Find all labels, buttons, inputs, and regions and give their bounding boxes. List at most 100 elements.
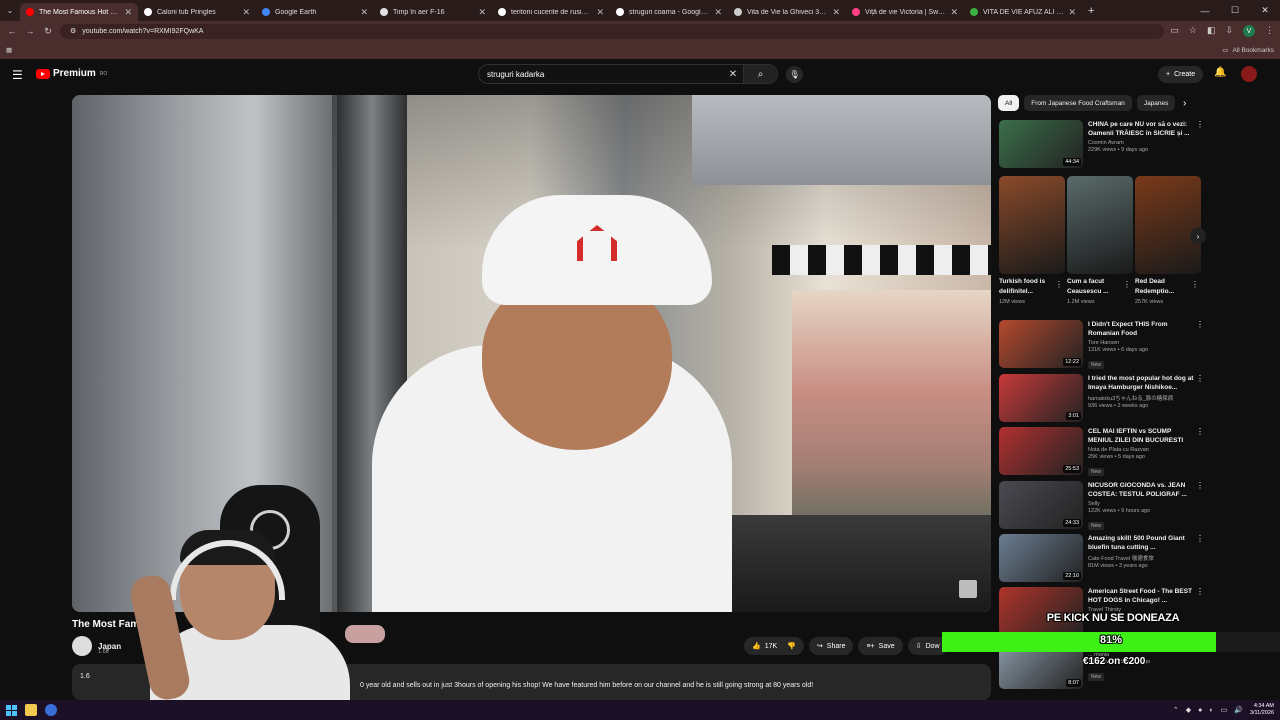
tab-close-icon[interactable]: ✕ [950, 7, 958, 18]
maximize-icon[interactable]: ☐ [1220, 0, 1250, 21]
filter-chip[interactable]: All [998, 95, 1020, 111]
short-title[interactable]: Cum a facut Ceausescu ... [1067, 277, 1119, 297]
short-thumbnail[interactable] [999, 176, 1065, 274]
recommended-title[interactable]: CHINA pe care NU vor să o vezi: Oamenii … [1088, 120, 1194, 138]
windows-start-icon[interactable] [6, 704, 17, 716]
new-tab-button[interactable]: + [1088, 5, 1094, 17]
share-button[interactable]: ↪ Share [808, 637, 854, 655]
dislike-icon[interactable]: 👎 [787, 642, 796, 650]
recommended-video[interactable]: 25:53 CEL MAI IEFTIN vs SCUMP MENIUL ZILE… [999, 427, 1204, 476]
filter-chip[interactable]: Japanes [1136, 95, 1176, 111]
recommended-video[interactable]: 22:10 Amazing skill! 500 Pound Giant blue… [999, 534, 1204, 582]
url-field[interactable]: ⚙ youtube.com/watch?v=RXMI92FQwKA [60, 23, 1165, 39]
all-bookmarks-label[interactable]: All Bookmarks [1232, 47, 1274, 54]
tab-close-icon[interactable]: ✕ [1068, 7, 1076, 18]
recommended-channel[interactable]: Cosmin Avram [1088, 140, 1194, 146]
tab-close-icon[interactable]: ✕ [242, 7, 250, 18]
more-options-icon[interactable]: ⋮ [1196, 320, 1204, 329]
short-thumbnail[interactable] [1067, 176, 1133, 274]
bookmark-star-icon[interactable]: ☆ [1189, 25, 1197, 37]
more-options-icon[interactable]: ⋮ [1196, 374, 1204, 383]
recommended-channel[interactable]: Tore Hansen [1088, 340, 1194, 346]
tab-close-icon[interactable]: ✕ [360, 7, 368, 18]
short-item[interactable]: Turkish food is delifinitel... 12M views ⋮ [999, 176, 1065, 305]
more-options-icon[interactable]: ⋮ [1196, 587, 1204, 596]
recommended-title[interactable]: CEL MAI IEFTIN vs SCUMP MENIUL ZILEI DIN… [1088, 427, 1194, 445]
extensions-icon[interactable]: ◧ [1207, 25, 1216, 37]
like-count[interactable]: 17K [765, 643, 777, 650]
tray-chevron-icon[interactable]: ⌃ [1173, 706, 1179, 714]
apps-icon[interactable]: ▦ [6, 46, 12, 54]
video-thumbnail[interactable]: 12:22 [999, 320, 1083, 368]
clock[interactable]: 4:34 AM 3/11/2026 [1250, 703, 1274, 717]
browser-tab[interactable]: Calorii tub Pringles ✕ [138, 3, 256, 21]
channel-watermark-icon[interactable] [959, 580, 977, 598]
recommended-channel[interactable]: hamatoku3ちゃんねる_豚の糖尿病 [1088, 394, 1194, 402]
browser-tab[interactable]: VITA DE VIE AFUZ ALI - Vitis vi ✕ [964, 3, 1082, 21]
browser-menu-icon[interactable]: ⋮ [1265, 25, 1274, 37]
tray-app-icon[interactable]: ◆ [1186, 706, 1191, 714]
more-options-icon[interactable]: ⋮ [1196, 481, 1204, 490]
recommended-channel[interactable]: Selly [1088, 501, 1194, 507]
reload-icon[interactable]: ↻ [42, 26, 54, 37]
short-title[interactable]: Turkish food is delifinitel... [999, 277, 1051, 297]
more-options-icon[interactable]: ⋮ [1196, 427, 1204, 436]
minimize-icon[interactable]: — [1190, 0, 1220, 21]
save-button[interactable]: ≡+ Save [858, 637, 903, 655]
notifications-bell-icon[interactable]: 🔔 [1214, 67, 1226, 78]
recommended-video[interactable]: 44:34 CHINA pe care NU vor să o vezi: Oam… [999, 120, 1204, 168]
chrome-icon[interactable] [45, 704, 57, 716]
recommended-channel[interactable]: Cate Food Travel 咖德食旅 [1088, 554, 1194, 562]
video-thumbnail[interactable] [999, 587, 1083, 635]
tab-close-icon[interactable]: ✕ [478, 7, 486, 18]
tab-search-icon[interactable]: ⌄ [0, 0, 20, 21]
tab-close-icon[interactable]: ✕ [124, 7, 132, 18]
recommended-title[interactable]: Amazing skill! 500 Pound Giant bluefin t… [1088, 534, 1194, 552]
tab-close-icon[interactable]: ✕ [714, 7, 722, 18]
menu-icon[interactable]: ☰ [12, 68, 23, 82]
recommended-video[interactable]: 12:22 I Didn't Expect THIS From Romanian … [999, 320, 1204, 369]
clear-search-icon[interactable]: ✕ [723, 69, 743, 80]
more-options-icon[interactable]: ⋮ [1123, 280, 1131, 289]
youtube-logo[interactable]: Premium RO [36, 68, 107, 79]
all-bookmarks-folder-icon[interactable]: ▭ [1222, 46, 1228, 54]
browser-tab[interactable]: Vita de Vie la Ghiveci 3L - Fara ✕ [728, 3, 846, 21]
browser-tab[interactable]: Google Earth ✕ [256, 3, 374, 21]
search-button[interactable]: ⌕ [743, 65, 777, 83]
chips-next-icon[interactable]: › [1183, 98, 1186, 109]
like-icon[interactable]: 👍 [752, 642, 761, 650]
recommended-title[interactable]: American Street Food - The BEST HOT DOGS… [1088, 587, 1194, 605]
site-info-icon[interactable]: ⚙ [70, 27, 76, 35]
video-thumbnail[interactable]: 22:10 [999, 534, 1083, 582]
recommended-title[interactable]: I Didn't Expect THIS From Romanian Food [1088, 320, 1194, 338]
filter-chip[interactable]: From Japanese Food Craftsman [1024, 95, 1132, 111]
voice-search-icon[interactable]: 🎙 [786, 66, 803, 83]
more-options-icon[interactable]: ⋮ [1196, 120, 1204, 129]
recommended-video[interactable]: 3:01 I tried the most popular hot dog at … [999, 374, 1204, 422]
file-explorer-icon[interactable] [25, 704, 37, 716]
more-options-icon[interactable]: ⋮ [1191, 280, 1199, 289]
cast-icon[interactable]: ▭ [1170, 25, 1179, 37]
back-icon[interactable]: ← [6, 26, 18, 36]
volume-icon[interactable]: 🔊 [1234, 706, 1243, 714]
recommended-title[interactable]: NICUSOR GIOCONDA vs. JEAN COSTEA: TESTUL… [1088, 481, 1194, 499]
tab-close-icon[interactable]: ✕ [832, 7, 840, 18]
profile-avatar[interactable]: V [1243, 25, 1255, 37]
video-thumbnail[interactable]: 24:33 [999, 481, 1083, 529]
browser-tab[interactable]: teritorii cucerite de rusia - Goo ✕ [492, 3, 610, 21]
tray-app3-icon[interactable]: ◐ [1209, 707, 1213, 714]
downloads-icon[interactable]: ⇩ [1225, 25, 1233, 37]
shorts-next-icon[interactable]: › [1190, 228, 1206, 244]
network-icon[interactable]: ▭ [1221, 706, 1228, 714]
short-title[interactable]: Red Dead Redemptio... [1135, 277, 1187, 297]
forward-icon[interactable]: → [24, 26, 36, 36]
recommended-channel[interactable]: Nota de Plata cu Razvan [1088, 447, 1194, 453]
more-options-icon[interactable]: ⋮ [1055, 280, 1063, 289]
search-input[interactable]: struguri kadarka [479, 70, 723, 79]
channel-avatar[interactable] [72, 636, 92, 656]
close-window-icon[interactable]: ✕ [1250, 0, 1280, 21]
video-thumbnail[interactable]: 44:34 [999, 120, 1083, 168]
browser-tab[interactable]: Viță de vie Victoria | Sweet Ga ✕ [846, 3, 964, 21]
browser-tab[interactable]: The Most Famous Hot Dog Slu ✕ [20, 3, 138, 21]
account-avatar[interactable] [1241, 66, 1257, 82]
